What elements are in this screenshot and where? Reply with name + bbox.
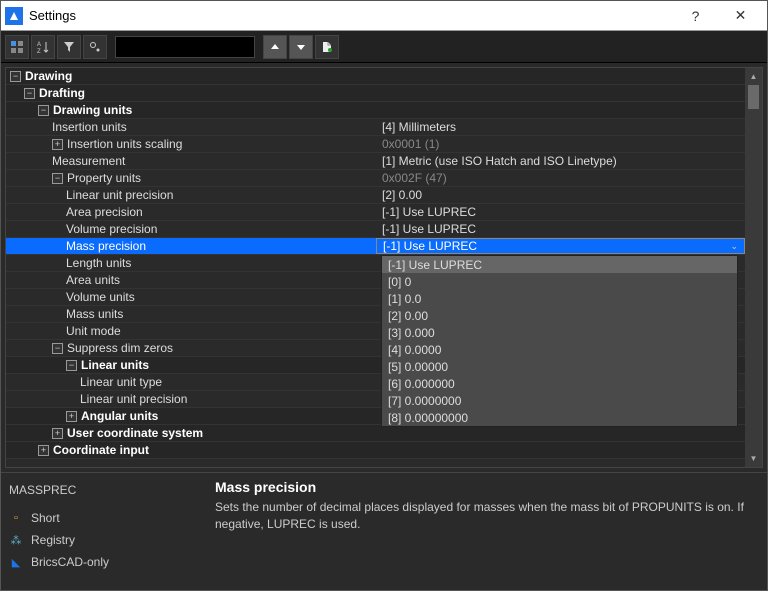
svg-text:Z: Z <box>37 49 41 54</box>
collapse-icon[interactable]: − <box>38 105 49 116</box>
short-icon: ▫ <box>9 511 23 525</box>
description-body: Sets the number of decimal places displa… <box>215 499 759 533</box>
app-icon <box>5 7 23 25</box>
expand-icon[interactable]: + <box>38 445 49 456</box>
expand-icon[interactable]: + <box>52 139 63 150</box>
export-icon[interactable] <box>315 35 339 59</box>
categorized-icon[interactable] <box>5 35 29 59</box>
settings-icon[interactable] <box>83 35 107 59</box>
content: −Drawing −Drafting −Drawing units Insert… <box>1 63 767 590</box>
tree-row-insertion-scaling[interactable]: +Insertion units scaling 0x0001 (1) <box>6 136 745 153</box>
flag-short: ▫ Short <box>9 511 199 525</box>
svg-text:A: A <box>37 42 41 48</box>
help-button[interactable]: ? <box>673 2 718 30</box>
dropdown-option[interactable]: [-1] Use LUPREC <box>382 256 737 273</box>
close-button[interactable]: ✕ <box>718 2 763 30</box>
tree-row-mass-prec[interactable]: Mass precision [-1] Use LUPREC⌄ <box>6 238 745 255</box>
expand-icon[interactable]: + <box>52 428 63 439</box>
filter-icon[interactable] <box>57 35 81 59</box>
sysvar-flags: MASSPREC ▫ Short ⁂ Registry ◣ BricsCAD-o… <box>9 479 199 584</box>
description-panel: MASSPREC ▫ Short ⁂ Registry ◣ BricsCAD-o… <box>1 472 767 590</box>
dropdown-option[interactable]: [7] 0.0000000 <box>382 392 737 409</box>
search-input[interactable] <box>115 36 255 58</box>
tree-row-volume-prec[interactable]: Volume precision [-1] Use LUPREC <box>6 221 745 238</box>
tree-row-drawing[interactable]: −Drawing <box>6 68 745 85</box>
tree-row-coord-input[interactable]: +Coordinate input <box>6 442 745 459</box>
tree-row-property-units[interactable]: −Property units 0x002F (47) <box>6 170 745 187</box>
dropdown-option[interactable]: [4] 0.0000 <box>382 341 737 358</box>
sysvar-name: MASSPREC <box>9 483 199 497</box>
tree-row-area-prec[interactable]: Area precision [-1] Use LUPREC <box>6 204 745 221</box>
chevron-down-icon[interactable]: ⌄ <box>730 241 738 252</box>
up-arrow-icon[interactable] <box>263 35 287 59</box>
collapse-icon[interactable]: − <box>24 88 35 99</box>
titlebar: Settings ? ✕ <box>1 1 767 31</box>
tree-row-ucs[interactable]: +User coordinate system <box>6 425 745 442</box>
expand-icon[interactable]: + <box>66 411 77 422</box>
collapse-icon[interactable]: − <box>66 360 77 371</box>
scroll-up-icon[interactable]: ▲ <box>745 68 762 85</box>
flag-bricscad: ◣ BricsCAD-only <box>9 555 199 569</box>
tree-wrap: −Drawing −Drafting −Drawing units Insert… <box>5 67 763 468</box>
tree-row-linear-prec[interactable]: Linear unit precision [2] 0.00 <box>6 187 745 204</box>
registry-icon: ⁂ <box>9 533 23 547</box>
mass-prec-dropdown[interactable]: [-1] Use LUPREC [0] 0 [1] 0.0 [2] 0.00 [… <box>381 255 738 427</box>
tree-row-insertion-units[interactable]: Insertion units [4] Millimeters <box>6 119 745 136</box>
settings-window: Settings ? ✕ AZ −Drawin <box>0 0 768 591</box>
dropdown-option[interactable]: [6] 0.000000 <box>382 375 737 392</box>
description-title: Mass precision <box>215 479 759 495</box>
tree-row-drawing-units[interactable]: −Drawing units <box>6 102 745 119</box>
collapse-icon[interactable]: − <box>52 173 63 184</box>
tree-row-measurement[interactable]: Measurement [1] Metric (use ISO Hatch an… <box>6 153 745 170</box>
collapse-icon[interactable]: − <box>10 71 21 82</box>
flag-registry: ⁂ Registry <box>9 533 199 547</box>
dropdown-option[interactable]: [0] 0 <box>382 273 737 290</box>
scroll-track[interactable] <box>745 109 762 450</box>
bricscad-icon: ◣ <box>9 555 23 569</box>
toolbar: AZ <box>1 31 767 63</box>
collapse-icon[interactable]: − <box>52 343 63 354</box>
dropdown-option[interactable]: [5] 0.00000 <box>382 358 737 375</box>
dropdown-option[interactable]: [3] 0.000 <box>382 324 737 341</box>
down-arrow-icon[interactable] <box>289 35 313 59</box>
scroll-down-icon[interactable]: ▼ <box>745 450 762 467</box>
alphabetical-icon[interactable]: AZ <box>31 35 55 59</box>
tree-row-drafting[interactable]: −Drafting <box>6 85 745 102</box>
description-text: Mass precision Sets the number of decima… <box>215 479 759 584</box>
dropdown-option[interactable]: [8] 0.00000000 <box>382 409 737 426</box>
dropdown-option[interactable]: [1] 0.0 <box>382 290 737 307</box>
vertical-scrollbar[interactable]: ▲ ▼ <box>745 68 762 467</box>
window-title: Settings <box>29 8 673 23</box>
scroll-thumb[interactable] <box>748 85 759 109</box>
dropdown-option[interactable]: [2] 0.00 <box>382 307 737 324</box>
